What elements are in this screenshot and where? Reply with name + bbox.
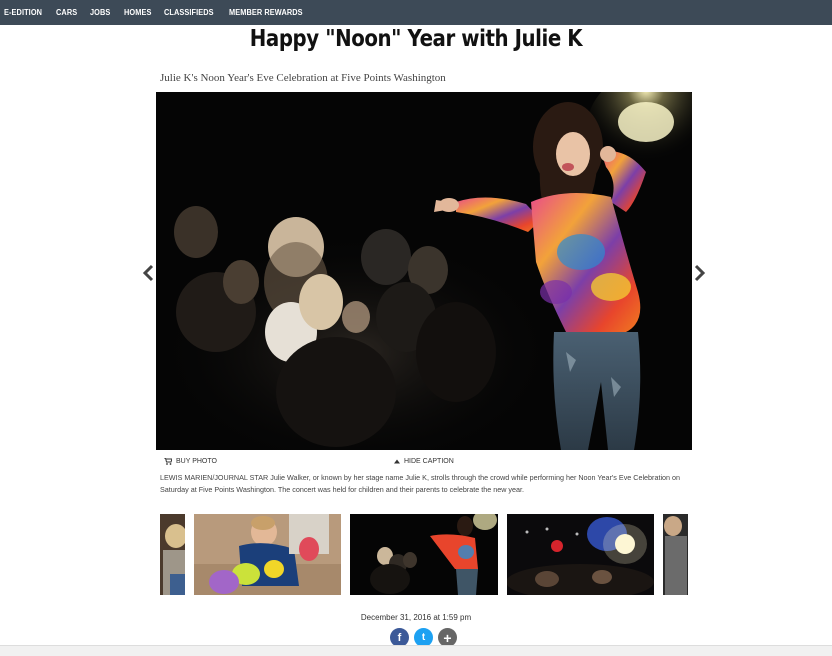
nav-item-classifieds[interactable]: CLASSIFIEDS <box>164 8 214 17</box>
nav-item-e-edition[interactable]: E-EDITION <box>4 8 42 17</box>
bottom-bar <box>0 645 832 656</box>
gallery-subtitle: Julie K's Noon Year's Eve Celebration at… <box>160 72 446 84</box>
next-photo-button[interactable] <box>692 262 708 284</box>
hide-caption-button[interactable]: HIDE CAPTION <box>394 458 454 465</box>
thumbnail-4[interactable] <box>507 514 654 595</box>
thumbnail-1[interactable] <box>160 514 185 595</box>
thumbnail-2[interactable] <box>194 514 341 595</box>
buy-photo-button[interactable]: BUY PHOTO <box>164 458 217 465</box>
nav-item-homes[interactable]: HOMES <box>124 8 151 17</box>
chevron-right-icon <box>694 264 706 282</box>
cart-icon <box>164 458 172 465</box>
twitter-icon: t <box>421 632 426 643</box>
photo-actions: BUY PHOTO HIDE CAPTION <box>160 457 690 469</box>
photo-date: December 31, 2016 at 1:59 pm <box>360 613 472 622</box>
main-photo[interactable] <box>156 92 692 450</box>
buy-photo-label: BUY PHOTO <box>176 458 217 465</box>
facebook-icon: f <box>397 631 402 644</box>
gallery-title: Happy "Noon" Year with Julie K <box>249 26 583 52</box>
previous-photo-button[interactable] <box>140 262 156 284</box>
thumbnail-5[interactable] <box>663 514 688 595</box>
nav-item-cars[interactable]: CARS <box>56 8 77 17</box>
hide-caption-label: HIDE CAPTION <box>404 458 454 465</box>
thumbnail-3[interactable] <box>350 514 498 595</box>
top-navigation-bar: E-EDITION CARS JOBS HOMES CLASSIFIEDS ME… <box>0 0 832 25</box>
caret-up-icon <box>394 459 400 464</box>
photo-caption: LEWIS MARIEN/JOURNAL STAR Julie Walker, … <box>160 473 681 494</box>
chevron-left-icon <box>142 264 154 282</box>
plus-icon: + <box>443 629 452 646</box>
nav-item-jobs[interactable]: JOBS <box>90 8 110 17</box>
nav-item-member-rewards[interactable]: MEMBER REWARDS <box>229 8 303 17</box>
